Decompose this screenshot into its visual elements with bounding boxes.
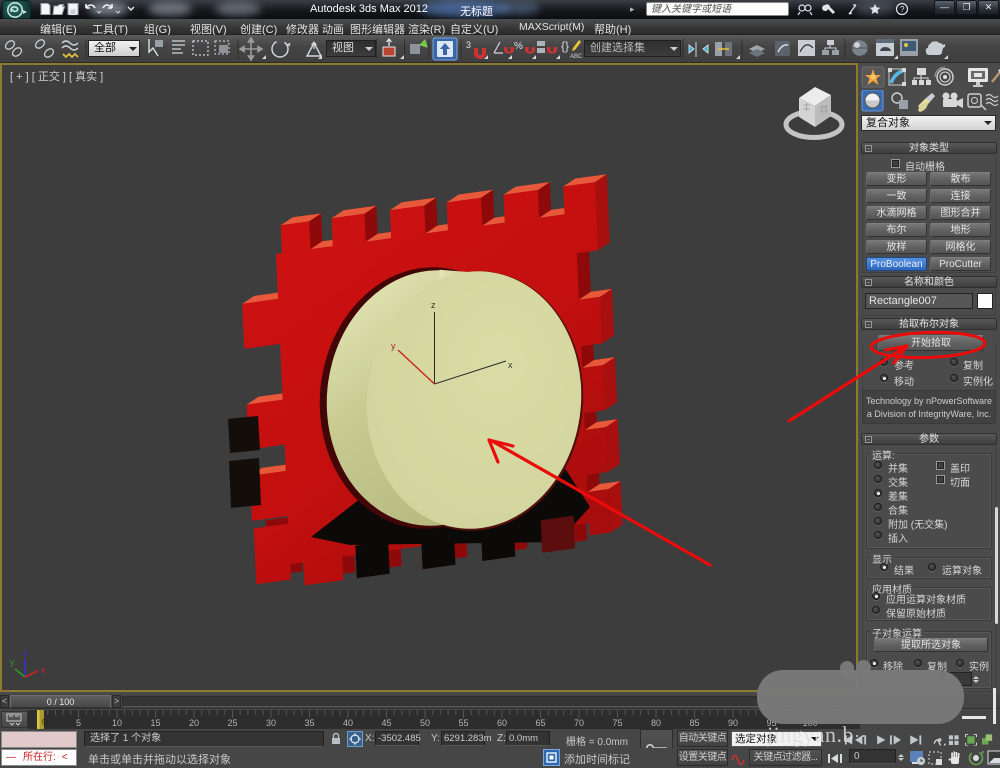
svg-text:0: 0	[42, 717, 47, 727]
svg-text:?: ?	[900, 5, 905, 14]
svg-text:x: x	[41, 665, 46, 675]
svg-text:30: 30	[266, 718, 276, 728]
svg-text:90: 90	[728, 718, 738, 728]
svg-text:x: x	[508, 360, 513, 370]
svg-text:75: 75	[612, 718, 622, 728]
svg-text:40: 40	[343, 718, 353, 728]
svg-text:y: y	[10, 657, 15, 667]
svg-text:y: y	[391, 341, 396, 351]
svg-text:60: 60	[497, 718, 507, 728]
svg-text:55: 55	[458, 718, 468, 728]
svg-text:50: 50	[420, 718, 430, 728]
svg-text:z: z	[431, 300, 436, 310]
svg-text:15: 15	[150, 718, 160, 728]
svg-text:80: 80	[651, 718, 661, 728]
svg-text:35: 35	[304, 718, 314, 728]
svg-text:10: 10	[112, 718, 122, 728]
svg-text:z: z	[23, 648, 28, 658]
svg-text:{}: {}	[561, 39, 569, 53]
svg-text:%: %	[514, 41, 523, 52]
svg-text:ABC: ABC	[570, 54, 583, 60]
svg-text:20: 20	[189, 718, 199, 728]
svg-text:45: 45	[381, 718, 391, 728]
svg-text:65: 65	[535, 718, 545, 728]
svg-text:70: 70	[574, 718, 584, 728]
svg-text:25: 25	[227, 718, 237, 728]
svg-text:3: 3	[466, 40, 471, 50]
svg-text:5: 5	[76, 718, 81, 728]
svg-text:85: 85	[689, 718, 699, 728]
